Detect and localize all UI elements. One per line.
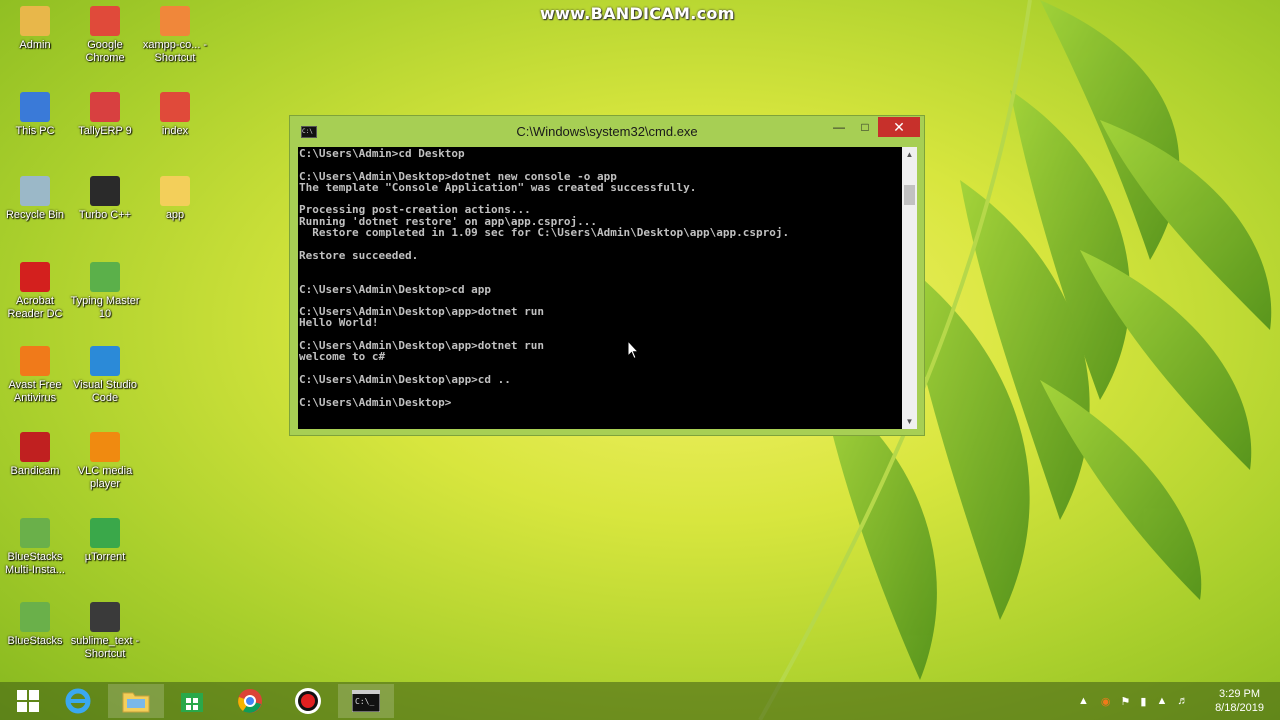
- chrome-icon: [160, 92, 190, 122]
- show-hidden-icons-icon[interactable]: ▲: [1078, 695, 1089, 707]
- desktop-icon[interactable]: BlueStacks: [0, 602, 70, 648]
- desktop-icon[interactable]: This PC: [0, 92, 70, 138]
- taskbar-clock[interactable]: 3:29 PM 8/18/2019: [1215, 687, 1264, 715]
- console-output[interactable]: C:\Users\Admin>cd Desktop C:\Users\Admin…: [298, 147, 902, 429]
- desktop-icon[interactable]: Acrobat Reader DC: [0, 262, 70, 321]
- taskbar-bandicam[interactable]: [280, 684, 336, 718]
- xampp-icon: [160, 6, 190, 36]
- desktop-icon[interactable]: app: [140, 176, 210, 222]
- desktop-icon-label: xampp-co... - Shortcut: [142, 39, 208, 64]
- chrome-icon: [238, 689, 262, 713]
- desktop-icon-label: Visual Studio Code: [72, 379, 137, 404]
- desktop-icon-label: Recycle Bin: [5, 209, 65, 221]
- scroll-up-arrow-icon[interactable]: ▲: [902, 147, 917, 162]
- desktop-icon[interactable]: Bandicam: [0, 432, 70, 478]
- file-explorer-icon: [122, 692, 150, 713]
- desktop-icon-label: Bandicam: [10, 465, 60, 477]
- battery-icon[interactable]: ▮: [1140, 695, 1146, 708]
- desktop-icon[interactable]: xampp-co... - Shortcut: [140, 6, 210, 65]
- desktop-icon-label: µTorrent: [84, 551, 126, 563]
- chrome-icon: [90, 6, 120, 36]
- network-icon[interactable]: ▲: [1156, 695, 1167, 707]
- desktop-icon-label: Admin: [19, 39, 51, 51]
- taskbar: C:\_ ▲ ◉ ⚑ ▮ ▲ ♬ 3:29 PM 8/18/2019: [0, 682, 1280, 720]
- desktop-icon[interactable]: TallyERP 9: [70, 92, 140, 138]
- clock-time: 3:29 PM: [1219, 688, 1261, 700]
- desktop-icon-label: This PC: [15, 125, 55, 137]
- utorrent-icon: [90, 518, 120, 548]
- tally-icon: [90, 92, 120, 122]
- desktop-icon-label: BlueStacks: [7, 635, 63, 647]
- volume-icon[interactable]: ♬: [1177, 695, 1188, 707]
- desktop-icon[interactable]: Typing Master 10: [70, 262, 140, 321]
- svg-text:C:\_: C:\_: [355, 697, 374, 706]
- desktop-icon[interactable]: sublime_text - Shortcut: [70, 602, 140, 661]
- bluestacks-icon: [20, 518, 50, 548]
- scrollbar-thumb[interactable]: [904, 185, 915, 205]
- recycle-bin-icon: [20, 176, 50, 206]
- console-scrollbar[interactable]: ▲ ▼: [902, 147, 917, 429]
- taskbar-store[interactable]: [164, 684, 220, 718]
- desktop-icon[interactable]: Recycle Bin: [0, 176, 70, 222]
- cmd-icon: C:\_: [352, 690, 380, 712]
- avast-icon: [20, 346, 50, 376]
- desktop-icon-label: app: [165, 209, 185, 221]
- folder-icon: [160, 176, 190, 206]
- acrobat-icon: [20, 262, 50, 292]
- taskbar-chrome[interactable]: [222, 684, 278, 718]
- desktop-icon-label: Turbo C++: [78, 209, 132, 221]
- desktop-icon[interactable]: Admin: [0, 6, 70, 52]
- desktop-icon-label: Google Chrome: [85, 39, 125, 64]
- desktop-icon-label: TallyERP 9: [78, 125, 132, 137]
- bandicam-record-icon: [295, 688, 321, 714]
- turbo-cpp-icon: [90, 176, 120, 206]
- desktop-icon[interactable]: Avast Free Antivirus: [0, 346, 70, 405]
- store-icon: [181, 693, 203, 712]
- taskbar-file-explorer[interactable]: [108, 684, 164, 718]
- cmd-titlebar[interactable]: C:\ C:\Windows\system32\cmd.exe — □ ✕: [290, 116, 924, 147]
- desktop-icon-label: index: [161, 125, 189, 137]
- internet-explorer-icon: [65, 688, 91, 714]
- desktop-icon[interactable]: BlueStacks Multi-Insta...: [0, 518, 70, 577]
- user-folder-icon: [20, 6, 50, 36]
- start-button[interactable]: [0, 684, 56, 718]
- taskbar-internet-explorer[interactable]: [50, 684, 106, 718]
- desktop-icon-label: Avast Free Antivirus: [8, 379, 62, 404]
- desktop-icon-label: Typing Master 10: [70, 295, 140, 320]
- start-icon: [17, 690, 39, 712]
- avast-tray-icon[interactable]: ◉: [1101, 695, 1111, 708]
- bluestacks-icon: [20, 602, 50, 632]
- cmd-window[interactable]: C:\ C:\Windows\system32\cmd.exe — □ ✕ C:…: [289, 115, 925, 436]
- console-text: C:\Users\Admin>cd Desktop C:\Users\Admin…: [299, 147, 790, 409]
- action-center-flag-icon[interactable]: ⚑: [1121, 695, 1131, 708]
- desktop-icon[interactable]: index: [140, 92, 210, 138]
- typing-master-icon: [90, 262, 120, 292]
- desktop-icon[interactable]: µTorrent: [70, 518, 140, 564]
- clock-date: 8/18/2019: [1215, 702, 1264, 714]
- desktop-icon[interactable]: Visual Studio Code: [70, 346, 140, 405]
- maximize-button[interactable]: □: [852, 117, 878, 137]
- system-tray: ▲ ◉ ⚑ ▮ ▲ ♬: [1078, 682, 1188, 720]
- bandicam-icon: [20, 432, 50, 462]
- desktop-icon-label: sublime_text - Shortcut: [70, 635, 140, 660]
- mouse-cursor-icon: [627, 340, 639, 360]
- vscode-icon: [90, 346, 120, 376]
- desktop-icon-label: VLC media player: [77, 465, 133, 490]
- bandicam-watermark: www.BANDICAM.com: [540, 4, 735, 23]
- desktop-icon-label: BlueStacks Multi-Insta...: [5, 551, 65, 576]
- desktop-icon[interactable]: Google Chrome: [70, 6, 140, 65]
- computer-icon: [20, 92, 50, 122]
- scroll-down-arrow-icon[interactable]: ▼: [902, 414, 917, 429]
- desktop-icon-label: Acrobat Reader DC: [7, 295, 63, 320]
- desktop-icon[interactable]: VLC media player: [70, 432, 140, 491]
- sublime-icon: [90, 602, 120, 632]
- vlc-icon: [90, 432, 120, 462]
- taskbar-cmd[interactable]: C:\_: [338, 684, 394, 718]
- close-button[interactable]: ✕: [878, 117, 920, 137]
- desktop-icon[interactable]: Turbo C++: [70, 176, 140, 222]
- minimize-button[interactable]: —: [826, 117, 852, 137]
